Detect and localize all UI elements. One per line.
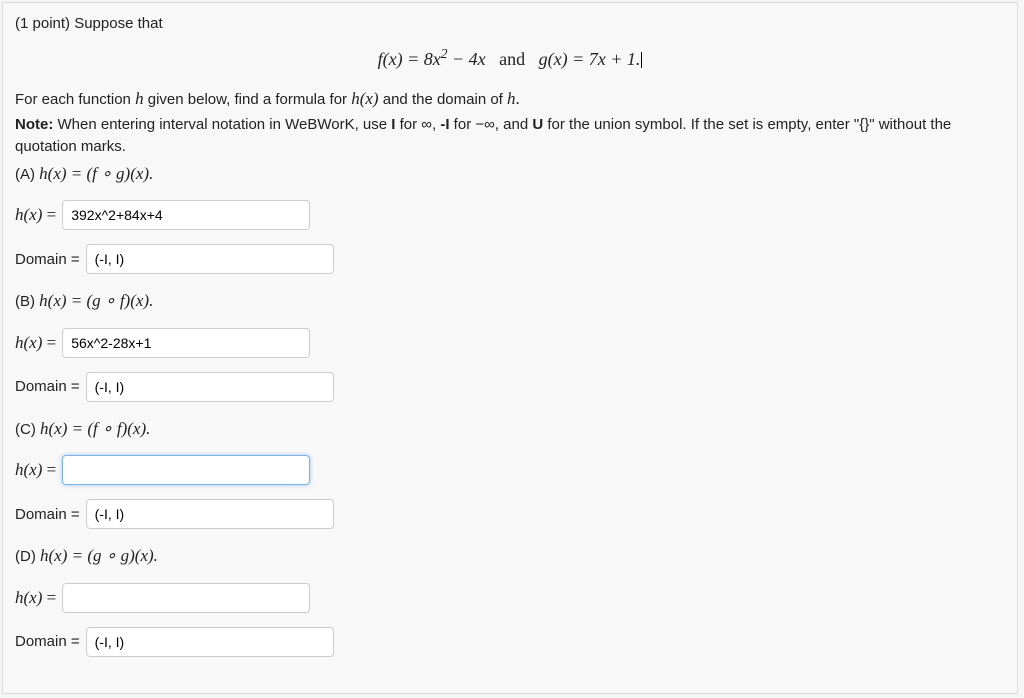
txt: When entering interval notation in WeBWo… — [53, 116, 391, 133]
part-C-hx-input[interactable] — [62, 455, 310, 485]
part-D-label: (D) — [15, 548, 40, 565]
txt: for ∞, — [395, 116, 440, 133]
part-A-domain-input[interactable] — [86, 244, 334, 274]
part-B-heading: (B) h(x) = (g ∘ f)(x). — [15, 288, 1005, 314]
domain-label: Domain = — [15, 633, 80, 650]
part-D-heading: (D) h(x) = (g ∘ g)(x). — [15, 543, 1005, 569]
problem-container: (1 point) Suppose that f(x) = 8x2 − 4x a… — [2, 2, 1018, 694]
domain-label: Domain = — [15, 251, 80, 268]
hx-label: h(x) = — [15, 333, 56, 353]
hx-label: h(x) = — [15, 588, 56, 608]
txt: and the domain of — [383, 91, 507, 108]
points-and-intro: (1 point) Suppose that — [15, 15, 1005, 32]
domain-label: Domain = — [15, 506, 80, 523]
h-symbol: h — [507, 89, 516, 108]
h-symbol: h — [135, 89, 144, 108]
part-D-domain-row: Domain = — [15, 627, 1005, 657]
part-C-domain-row: Domain = — [15, 499, 1005, 529]
part-D-hx-row: h(x) = — [15, 583, 1005, 613]
note-label: Note: — [15, 116, 53, 133]
part-C-label: (C) — [15, 421, 40, 438]
part-C-expr: h(x) = (f ∘ f)(x). — [40, 419, 150, 438]
part-B-expr: h(x) = (g ∘ f)(x). — [39, 291, 153, 310]
part-A-domain-row: Domain = — [15, 244, 1005, 274]
part-C-heading: (C) h(x) = (f ∘ f)(x). — [15, 416, 1005, 442]
txt: given below, find a formula for — [148, 91, 351, 108]
part-B-hx-row: h(x) = — [15, 328, 1005, 358]
part-D-domain-input[interactable] — [86, 627, 334, 657]
instruction-line-1: For each function h given below, find a … — [15, 86, 1005, 112]
part-A-hx-input[interactable] — [62, 200, 310, 230]
part-A-expr: h(x) = (f ∘ g)(x). — [39, 164, 153, 183]
domain-label: Domain = — [15, 378, 80, 395]
central-equation: f(x) = 8x2 − 4x and g(x) = 7x + 1. — [15, 46, 1005, 70]
part-B-hx-input[interactable] — [62, 328, 310, 358]
part-D-hx-input[interactable] — [62, 583, 310, 613]
hx-label: h(x) = — [15, 460, 56, 480]
points-label: (1 point) — [15, 15, 70, 32]
note-line: Note: When entering interval notation in… — [15, 114, 1005, 159]
txt: For each function — [15, 91, 135, 108]
part-A-heading: (A) h(x) = (f ∘ g)(x). — [15, 161, 1005, 187]
part-B-label: (B) — [15, 293, 39, 310]
intro-text: Suppose that — [74, 15, 162, 32]
txt: for −∞, and — [450, 116, 533, 133]
hx-symbol: h(x) — [351, 89, 378, 108]
hx-label: h(x) = — [15, 205, 56, 225]
part-B-domain-input[interactable] — [86, 372, 334, 402]
part-C-domain-input[interactable] — [86, 499, 334, 529]
part-A-label: (A) — [15, 166, 39, 183]
part-B-domain-row: Domain = — [15, 372, 1005, 402]
part-A-hx-row: h(x) = — [15, 200, 1005, 230]
sym-U: U — [532, 116, 543, 133]
sym-negI: -I — [440, 116, 449, 133]
part-C-hx-row: h(x) = — [15, 455, 1005, 485]
part-D-expr: h(x) = (g ∘ g)(x). — [40, 546, 158, 565]
